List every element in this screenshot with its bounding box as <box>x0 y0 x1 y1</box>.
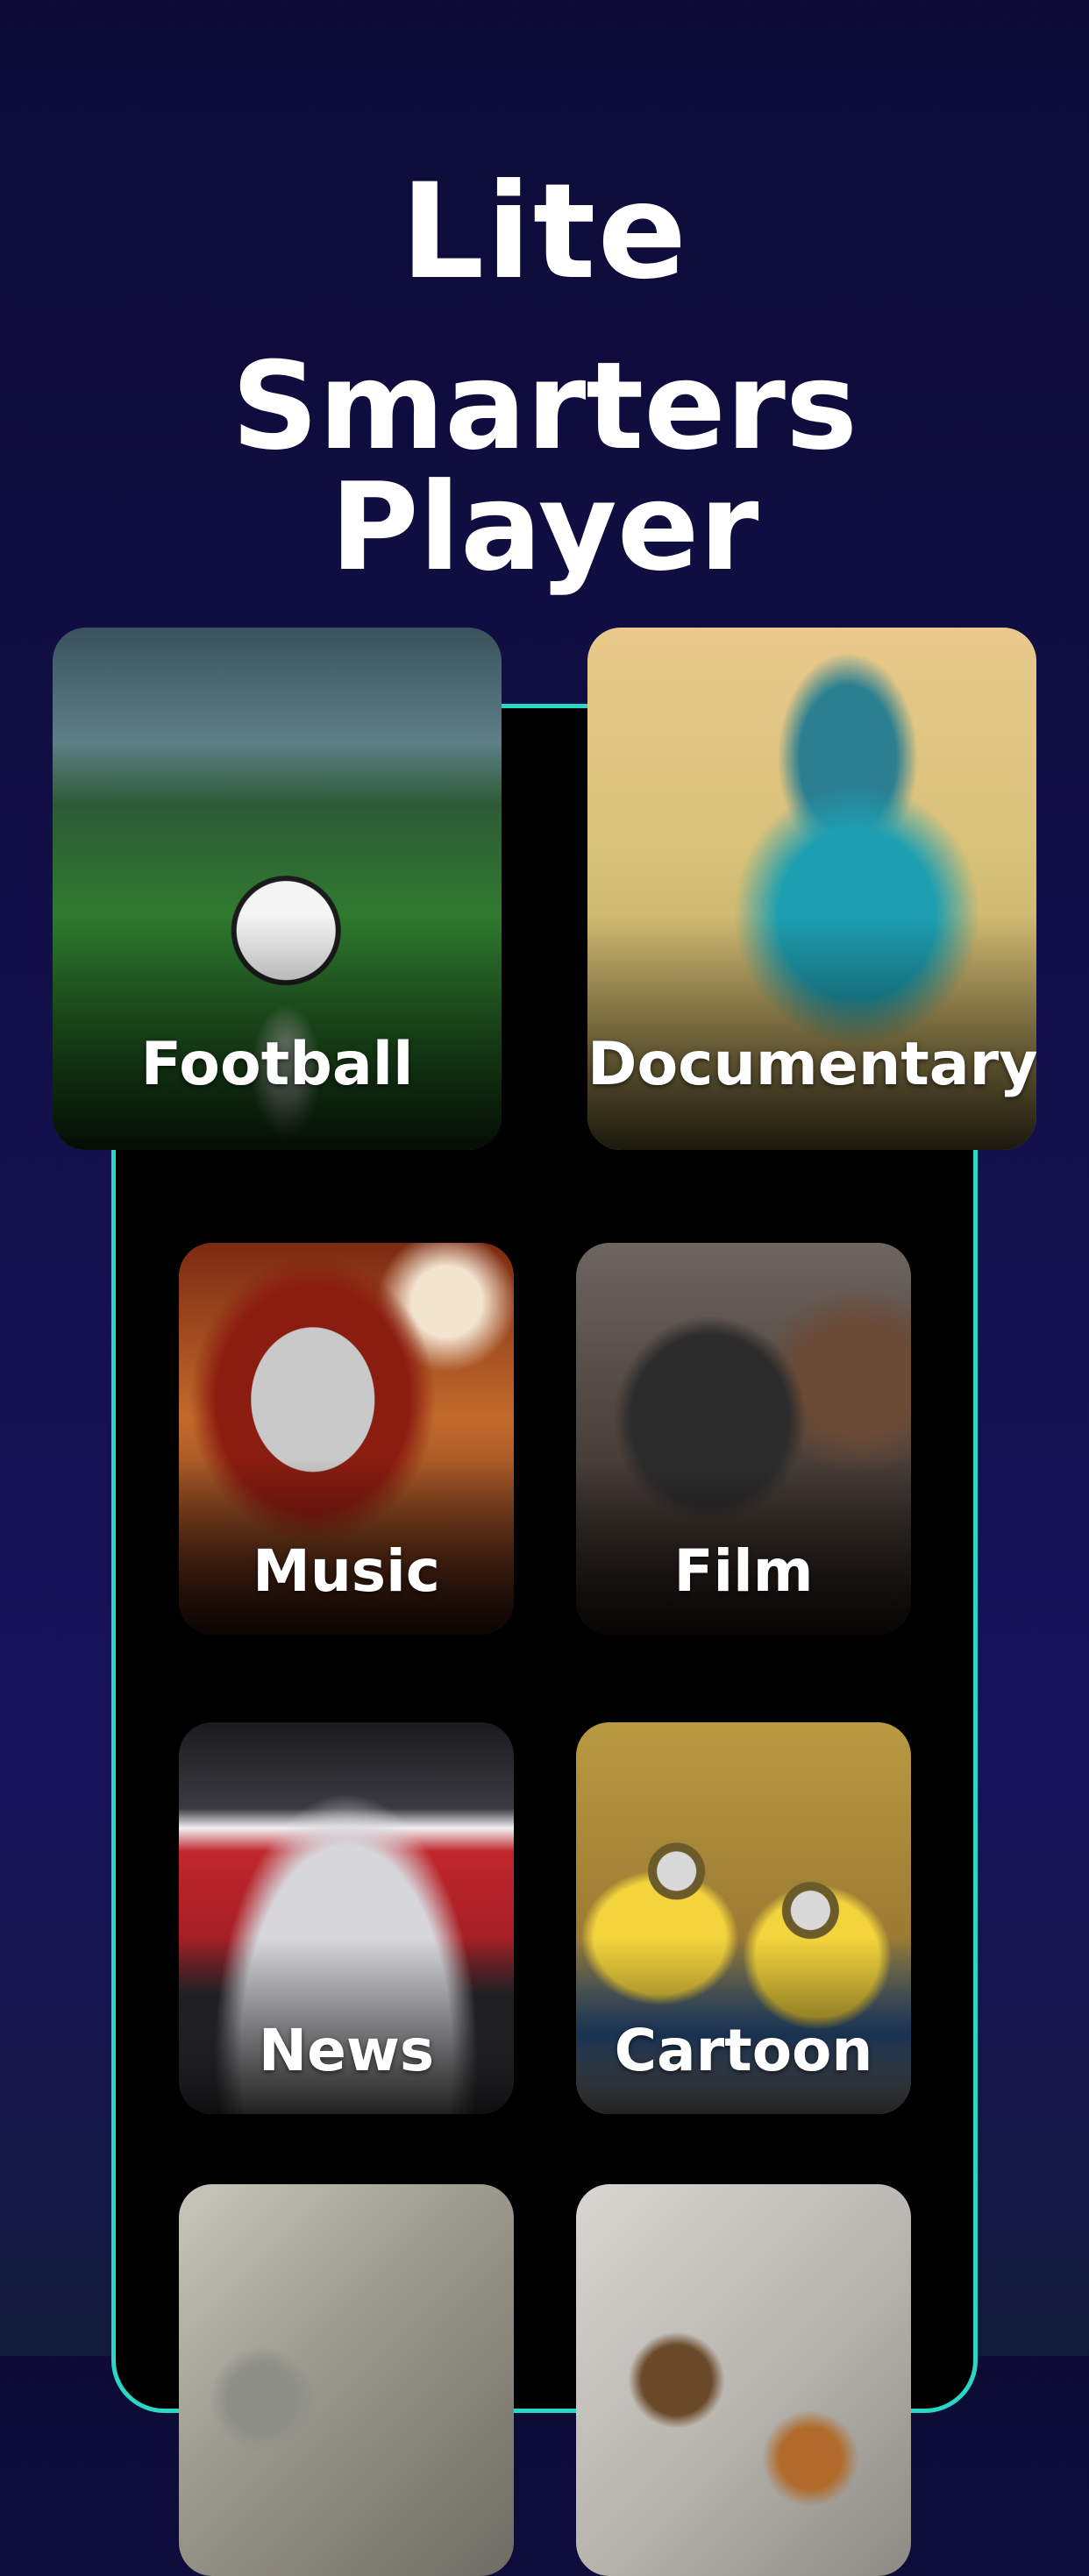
category-tile-football[interactable]: Football <box>53 628 502 1150</box>
category-tile-partial-1[interactable] <box>179 2184 514 2576</box>
category-tile-cartoon[interactable]: Cartoon <box>576 1722 911 2114</box>
title-line-1: Lite <box>400 156 689 309</box>
title-line-2: Smarters Player <box>231 336 858 598</box>
category-tile-news[interactable]: News <box>179 1722 514 2114</box>
category-label: Documentary <box>587 1030 1036 1099</box>
category-label: Film <box>673 1537 814 1605</box>
category-tile-partial-2[interactable] <box>576 2184 911 2576</box>
money-image <box>179 2184 514 2576</box>
category-label: Cartoon <box>614 2017 873 2084</box>
category-label: Music <box>253 1537 440 1605</box>
food-image <box>576 2184 911 2576</box>
category-tile-film[interactable]: Film <box>576 1243 911 1635</box>
category-tile-documentary[interactable]: Documentary <box>587 628 1036 1150</box>
category-label: Football <box>140 1030 414 1099</box>
page-title: Lite Smarters Player <box>0 167 1089 588</box>
category-label: News <box>258 2017 435 2084</box>
category-tile-music[interactable]: Music <box>179 1243 514 1635</box>
